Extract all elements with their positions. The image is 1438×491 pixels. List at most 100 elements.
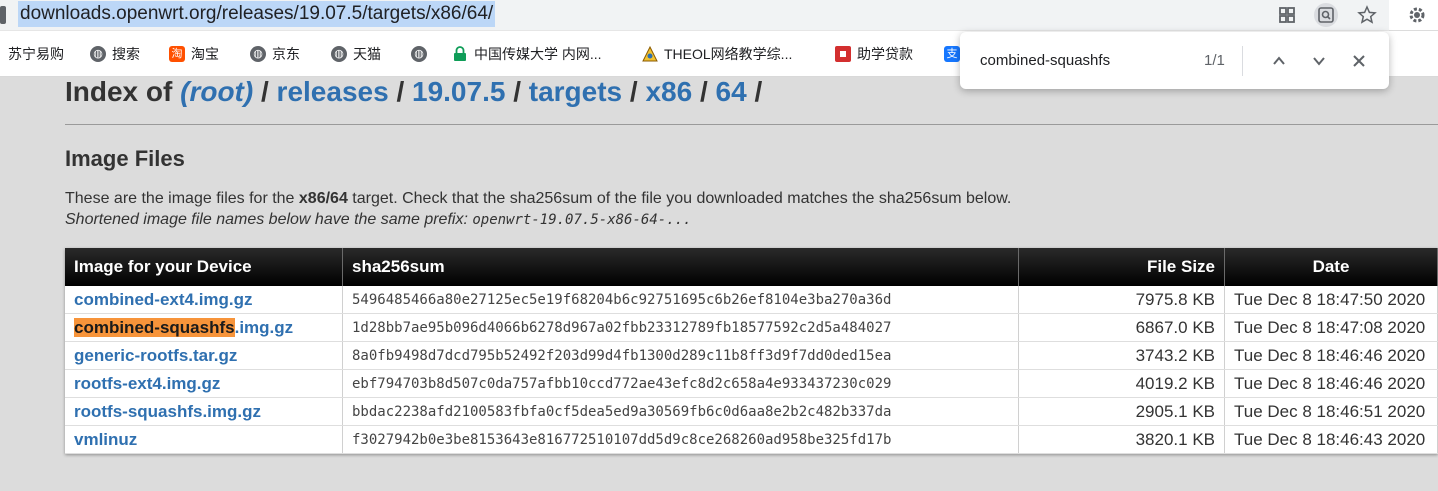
prefix-note-text: Shortened image file names below have th… <box>65 211 473 228</box>
sha256-value: ebf794703b8d507c0da757afbb10ccd772ae43ef… <box>342 369 1019 398</box>
section-title: Image Files <box>65 146 185 171</box>
bookmark-label: 中国传媒大学 内网... <box>474 46 602 62</box>
sha256-value: 5496485466a80e27125ec5e19f68204b6c927516… <box>342 286 1019 314</box>
bookmark-globe[interactable]: ◍ <box>411 44 433 64</box>
column-header-sha256: sha256sum <box>342 248 1019 286</box>
breadcrumb-separator: / <box>629 76 638 107</box>
file-size: 6867.0 KB <box>1018 313 1225 342</box>
globe-icon: ◍ <box>90 46 106 62</box>
file-link-rest: .img.gz <box>234 317 294 337</box>
file-link[interactable]: generic-rootfs.tar.gz <box>65 341 343 370</box>
bookmark-label: 天猫 <box>353 46 381 62</box>
image-files-table: Image for your Device sha256sum File Siz… <box>65 248 1438 454</box>
breadcrumb-version[interactable]: 19.07.5 <box>412 76 505 107</box>
breadcrumb-separator: / <box>754 76 763 107</box>
bookmark-cuc-intranet[interactable]: 中国传媒大学 内网... <box>452 44 602 64</box>
theol-icon <box>642 46 658 62</box>
file-size: 3743.2 KB <box>1018 341 1225 370</box>
table-row: combined-squashfs.img.gz 1d28bb7ae95b096… <box>65 313 1438 342</box>
site-info-icon[interactable] <box>0 6 6 24</box>
alipay-icon: 支 <box>944 46 960 62</box>
bookmark-alipay[interactable]: 支 <box>944 44 960 64</box>
file-date: Tue Dec 8 18:46:43 2020 <box>1224 425 1438 454</box>
taobao-icon: 淘 <box>169 46 185 62</box>
bookmark-label: 苏宁易购 <box>8 46 64 62</box>
description-text: These are the image files for the <box>65 190 299 207</box>
breadcrumb-releases[interactable]: releases <box>277 76 389 107</box>
lock-icon <box>452 46 468 62</box>
bookmark-search[interactable]: ◍ 搜索 <box>90 44 140 64</box>
bookmark-jd[interactable]: ◍ 京东 <box>250 44 300 64</box>
table-row: combined-ext4.img.gz 5496485466a80e27125… <box>65 286 1438 314</box>
prefix-note: Shortened image file names below have th… <box>65 211 692 229</box>
sha256-value: f3027942b0e3be8153643e816772510107dd5d9c… <box>342 425 1019 454</box>
file-link[interactable]: combined-ext4.img.gz <box>65 286 343 314</box>
bookmark-label: 搜索 <box>112 46 140 62</box>
find-close-button[interactable] <box>1345 47 1373 75</box>
close-icon <box>1353 55 1365 67</box>
globe-icon: ◍ <box>411 46 427 62</box>
index-prefix: Index of <box>65 76 173 107</box>
chevron-down-icon <box>1313 57 1325 66</box>
bookmark-label: 京东 <box>272 46 300 62</box>
file-link[interactable]: rootfs-ext4.img.gz <box>65 369 343 398</box>
table-row: rootfs-squashfs.img.gz bbdac2238afd21005… <box>65 397 1438 426</box>
file-date: Tue Dec 8 18:47:08 2020 <box>1224 313 1438 342</box>
table-row: generic-rootfs.tar.gz 8a0fb9498d7dcd795b… <box>65 341 1438 370</box>
bookmark-theol[interactable]: THEOL网络教学综... <box>642 44 792 64</box>
breadcrumb-64[interactable]: 64 <box>716 76 747 107</box>
bookmark-tmall[interactable]: ◍ 天猫 <box>331 44 381 64</box>
lens-icon[interactable] <box>1314 3 1338 27</box>
find-highlight: combined-squashfs <box>74 317 235 337</box>
breadcrumb-root[interactable]: (root) <box>180 76 253 107</box>
loan-icon <box>835 46 851 62</box>
file-link[interactable]: combined-squashfs.img.gz <box>65 313 343 342</box>
page-title: Index of (root) / releases / 19.07.5 / t… <box>65 77 762 107</box>
breadcrumb-separator: / <box>699 76 708 107</box>
bookmark-label: 助学贷款 <box>857 46 913 62</box>
file-link[interactable]: vmlinuz <box>65 425 343 454</box>
find-previous-button[interactable] <box>1265 47 1293 75</box>
sha256-value: bbdac2238afd2100583fbfa0cf5dea5ed9a30569… <box>342 397 1019 426</box>
globe-icon: ◍ <box>331 46 347 62</box>
file-date: Tue Dec 8 18:46:51 2020 <box>1224 397 1438 426</box>
find-match-count: 1/1 <box>1204 52 1225 69</box>
column-header-size: File Size <box>1018 248 1225 286</box>
settings-gear-icon[interactable] <box>1405 3 1429 27</box>
breadcrumb-separator: / <box>396 76 405 107</box>
column-header-image: Image for your Device <box>65 248 343 286</box>
bookmark-suning[interactable]: 苏宁易购 <box>8 44 64 64</box>
find-input[interactable] <box>980 48 1180 74</box>
bookmark-loan[interactable]: 助学贷款 <box>835 44 913 64</box>
table-row: rootfs-ext4.img.gz ebf794703b8d507c0da75… <box>65 369 1438 398</box>
target-name: x86/64 <box>298 190 348 207</box>
sha256-value: 1d28bb7ae95b096d4066b6278d967a02fbb23312… <box>342 313 1019 342</box>
sha256-value: 8a0fb9498d7dcd795b52492f203d99d4fb1300d2… <box>342 341 1019 370</box>
find-bar: 1/1 <box>960 32 1389 89</box>
file-size: 7975.8 KB <box>1018 286 1225 314</box>
file-size: 2905.1 KB <box>1018 397 1225 426</box>
address-bar[interactable]: downloads.openwrt.org/releases/19.07.5/t… <box>0 0 1389 31</box>
column-header-date: Date <box>1224 248 1438 286</box>
breadcrumb-separator: / <box>260 76 269 107</box>
description-text: target. Check that the sha256sum of the … <box>347 190 1012 207</box>
divider <box>65 124 1438 125</box>
breadcrumb-x86[interactable]: x86 <box>645 76 692 107</box>
globe-icon: ◍ <box>250 46 266 62</box>
url-text[interactable]: downloads.openwrt.org/releases/19.07.5/t… <box>18 1 496 27</box>
bookmark-taobao[interactable]: 淘 淘宝 <box>169 44 219 64</box>
file-date: Tue Dec 8 18:46:46 2020 <box>1224 369 1438 398</box>
file-date: Tue Dec 8 18:46:46 2020 <box>1224 341 1438 370</box>
find-next-button[interactable] <box>1305 47 1333 75</box>
breadcrumb-separator: / <box>513 76 521 107</box>
description: These are the image files for the x86/64… <box>65 190 1011 208</box>
file-size: 4019.2 KB <box>1018 369 1225 398</box>
file-link[interactable]: rootfs-squashfs.img.gz <box>65 397 343 426</box>
apps-grid-icon[interactable] <box>1275 3 1299 27</box>
prefix-value: openwrt-19.07.5-x86-64-... <box>472 212 692 228</box>
star-icon[interactable] <box>1355 3 1379 27</box>
divider <box>1242 46 1243 76</box>
bookmark-label: 淘宝 <box>191 46 219 62</box>
bookmark-label: THEOL网络教学综... <box>664 46 793 62</box>
breadcrumb-targets[interactable]: targets <box>529 76 622 107</box>
